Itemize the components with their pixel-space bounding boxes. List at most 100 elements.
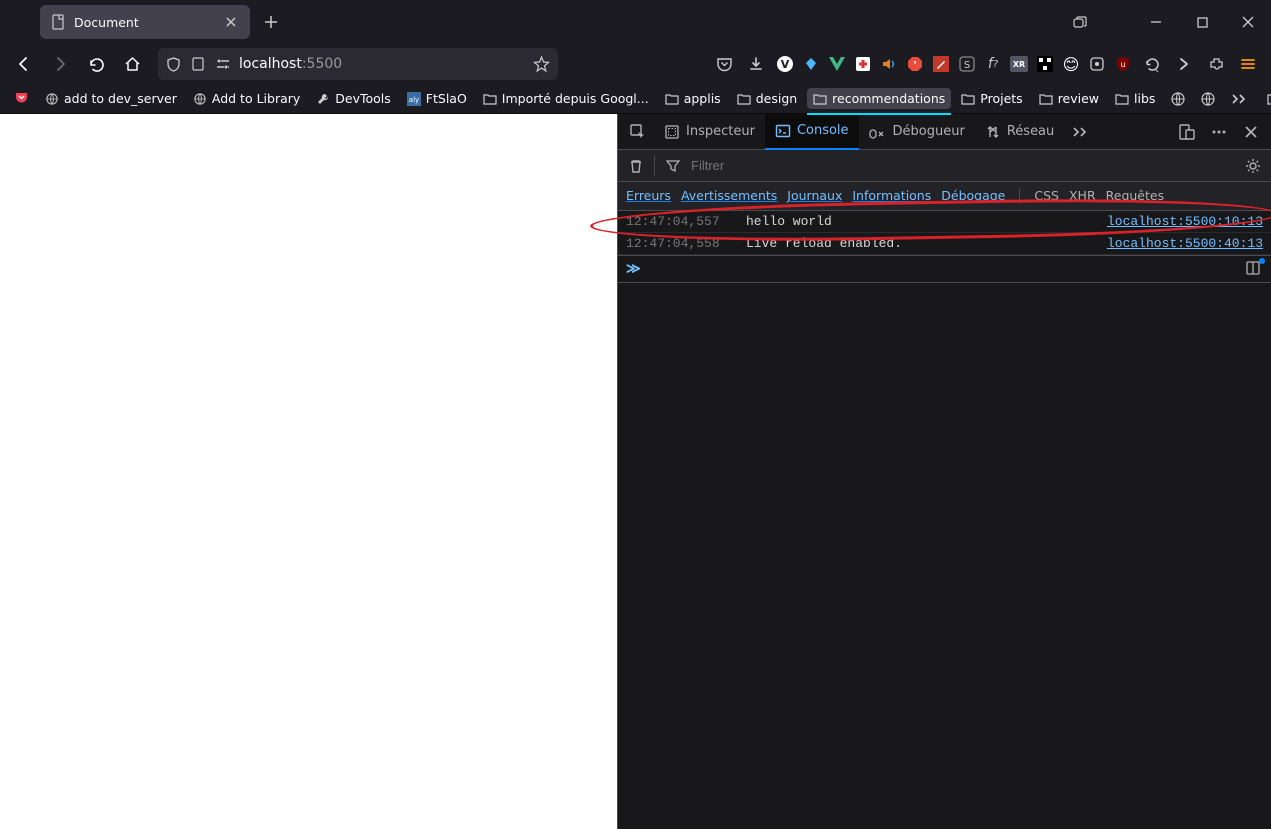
bm-libs[interactable]: libs (1109, 88, 1161, 109)
ext-icon-vue[interactable] (825, 52, 849, 76)
bm-label: add to dev_server (64, 91, 177, 106)
address-bar[interactable]: localhost:5500 (158, 48, 558, 80)
bm-devtools[interactable]: DevTools (310, 88, 397, 109)
permissions-icon[interactable] (215, 57, 231, 71)
bm-label: design (756, 91, 797, 106)
bm-label: FtSlaO (426, 91, 467, 106)
ext-icon-stop[interactable] (903, 52, 927, 76)
folder-icon (1115, 93, 1129, 105)
ext-icon-xr[interactable]: XR (1007, 52, 1031, 76)
filter-journaux[interactable]: Journaux (787, 188, 842, 204)
maximize-button[interactable] (1179, 0, 1225, 44)
bm-autres[interactable]: Autres marque-pages (1261, 88, 1271, 109)
filter-xhr[interactable]: XHR (1069, 188, 1096, 204)
new-tab-button[interactable] (256, 7, 286, 37)
folder-icon (1039, 93, 1053, 105)
tab-title: Document (74, 15, 214, 30)
bm-add-dev[interactable]: add to dev_server (39, 88, 183, 109)
tab-reseau[interactable]: Réseau (975, 114, 1064, 150)
tab-label: Réseau (1007, 124, 1054, 139)
filter-avertissements[interactable]: Avertissements (681, 188, 777, 204)
bm-projets[interactable]: Projets (955, 88, 1028, 109)
ext-icon-v-circle[interactable]: V (773, 52, 797, 76)
responsive-mode-button[interactable] (1171, 114, 1203, 150)
prompt-icon: ≫ (626, 261, 641, 278)
log-source-link[interactable]: localhost:5500:40:13 (1107, 236, 1263, 251)
filter-requetes[interactable]: Requêtes (1106, 188, 1164, 204)
close-window-button[interactable] (1225, 0, 1271, 44)
browser-tab[interactable]: Document (40, 5, 250, 39)
ext-icon-medical[interactable] (851, 52, 875, 76)
tab-inspecteur[interactable]: Inspecteur (654, 114, 765, 150)
app-menu-icon[interactable] (1233, 49, 1263, 79)
ext-icon-diamond[interactable] (799, 52, 823, 76)
bm-label: applis (684, 91, 721, 106)
folder-icon (813, 93, 827, 105)
minimize-button[interactable] (1133, 0, 1179, 44)
bm-design[interactable]: design (731, 88, 803, 109)
bm-overflow[interactable] (1225, 90, 1253, 108)
filter-informations[interactable]: Informations (852, 188, 931, 204)
ext-icon-pencil[interactable] (929, 52, 953, 76)
pocket-icon[interactable] (709, 49, 739, 79)
restore-down-alt-icon[interactable] (1057, 0, 1103, 44)
folder-icon (1267, 93, 1271, 105)
log-source-link[interactable]: localhost:5500:10:13 (1107, 214, 1263, 229)
folder-icon (737, 93, 751, 105)
more-options-button[interactable] (1203, 114, 1235, 150)
console-filter-input[interactable] (691, 158, 1235, 173)
bm-add-lib[interactable]: Add to Library (187, 88, 306, 109)
close-tab-button[interactable] (222, 13, 240, 31)
log-message: Live reload enabled. (746, 236, 1107, 251)
downloads-icon[interactable] (741, 49, 771, 79)
console-settings-button[interactable] (1241, 154, 1265, 178)
clear-console-button[interactable] (624, 154, 648, 178)
close-devtools-button[interactable] (1235, 114, 1267, 150)
filter-css[interactable]: CSS (1034, 188, 1059, 204)
network-icon (985, 124, 1001, 140)
bm-ftslao[interactable]: aly FtSlaO (401, 88, 473, 109)
bm-pocket[interactable] (8, 88, 35, 109)
nav-toolbar: localhost:5500 V S f? XR 😊 u (0, 44, 1271, 84)
folder-icon (961, 93, 975, 105)
page-info-icon[interactable] (191, 57, 205, 71)
ext-icon-emoji[interactable]: 😊 (1059, 52, 1083, 76)
bm-applis[interactable]: applis (659, 88, 727, 109)
favicon-icon: aly (407, 92, 421, 106)
back-button[interactable] (8, 48, 40, 80)
filter-debogage[interactable]: Débogage (941, 188, 1005, 204)
svg-text:XR: XR (1013, 60, 1025, 69)
extensions-icon[interactable] (1201, 49, 1231, 79)
bookmark-star-icon[interactable] (533, 56, 550, 73)
home-button[interactable] (116, 48, 148, 80)
reload-button[interactable] (80, 48, 112, 80)
inspect-element-button[interactable] (622, 114, 654, 150)
forward-button[interactable] (44, 48, 76, 80)
bm-label: DevTools (335, 91, 391, 106)
log-row: 12:47:04,557 hello world localhost:5500:… (618, 211, 1271, 233)
editor-toggle-button[interactable] (1245, 260, 1263, 278)
ext-icon-ublock[interactable]: u (1111, 52, 1135, 76)
ext-icon-fquestion[interactable]: f? (981, 52, 1005, 76)
bm-review[interactable]: review (1033, 88, 1105, 109)
overflow-icon[interactable] (1169, 49, 1199, 79)
tabs-overflow-button[interactable] (1064, 114, 1096, 150)
ext-icon-speaker[interactable] (877, 52, 901, 76)
ext-icon-pixel[interactable] (1033, 52, 1057, 76)
console-filter-row: Erreurs Avertissements Journaux Informat… (618, 182, 1271, 211)
globe-icon (45, 93, 59, 105)
tab-label: Inspecteur (686, 124, 755, 139)
bm-recommendations[interactable]: recommendations (807, 88, 951, 109)
page-body (0, 114, 617, 829)
bm-importe[interactable]: Importé depuis Googl... (477, 88, 655, 109)
bm-globe2[interactable] (1195, 89, 1221, 109)
ext-icon-s[interactable]: S (955, 52, 979, 76)
console-input-row[interactable]: ≫ (618, 255, 1271, 283)
filter-erreurs[interactable]: Erreurs (626, 188, 671, 204)
tab-console[interactable]: Console (765, 114, 859, 150)
bm-globe1[interactable] (1165, 89, 1191, 109)
ext-icon-box[interactable] (1085, 52, 1109, 76)
tab-debogueur[interactable]: Débogueur (859, 114, 975, 150)
ext-icon-refresh-alt[interactable] (1137, 49, 1167, 79)
shield-icon[interactable] (166, 57, 181, 72)
